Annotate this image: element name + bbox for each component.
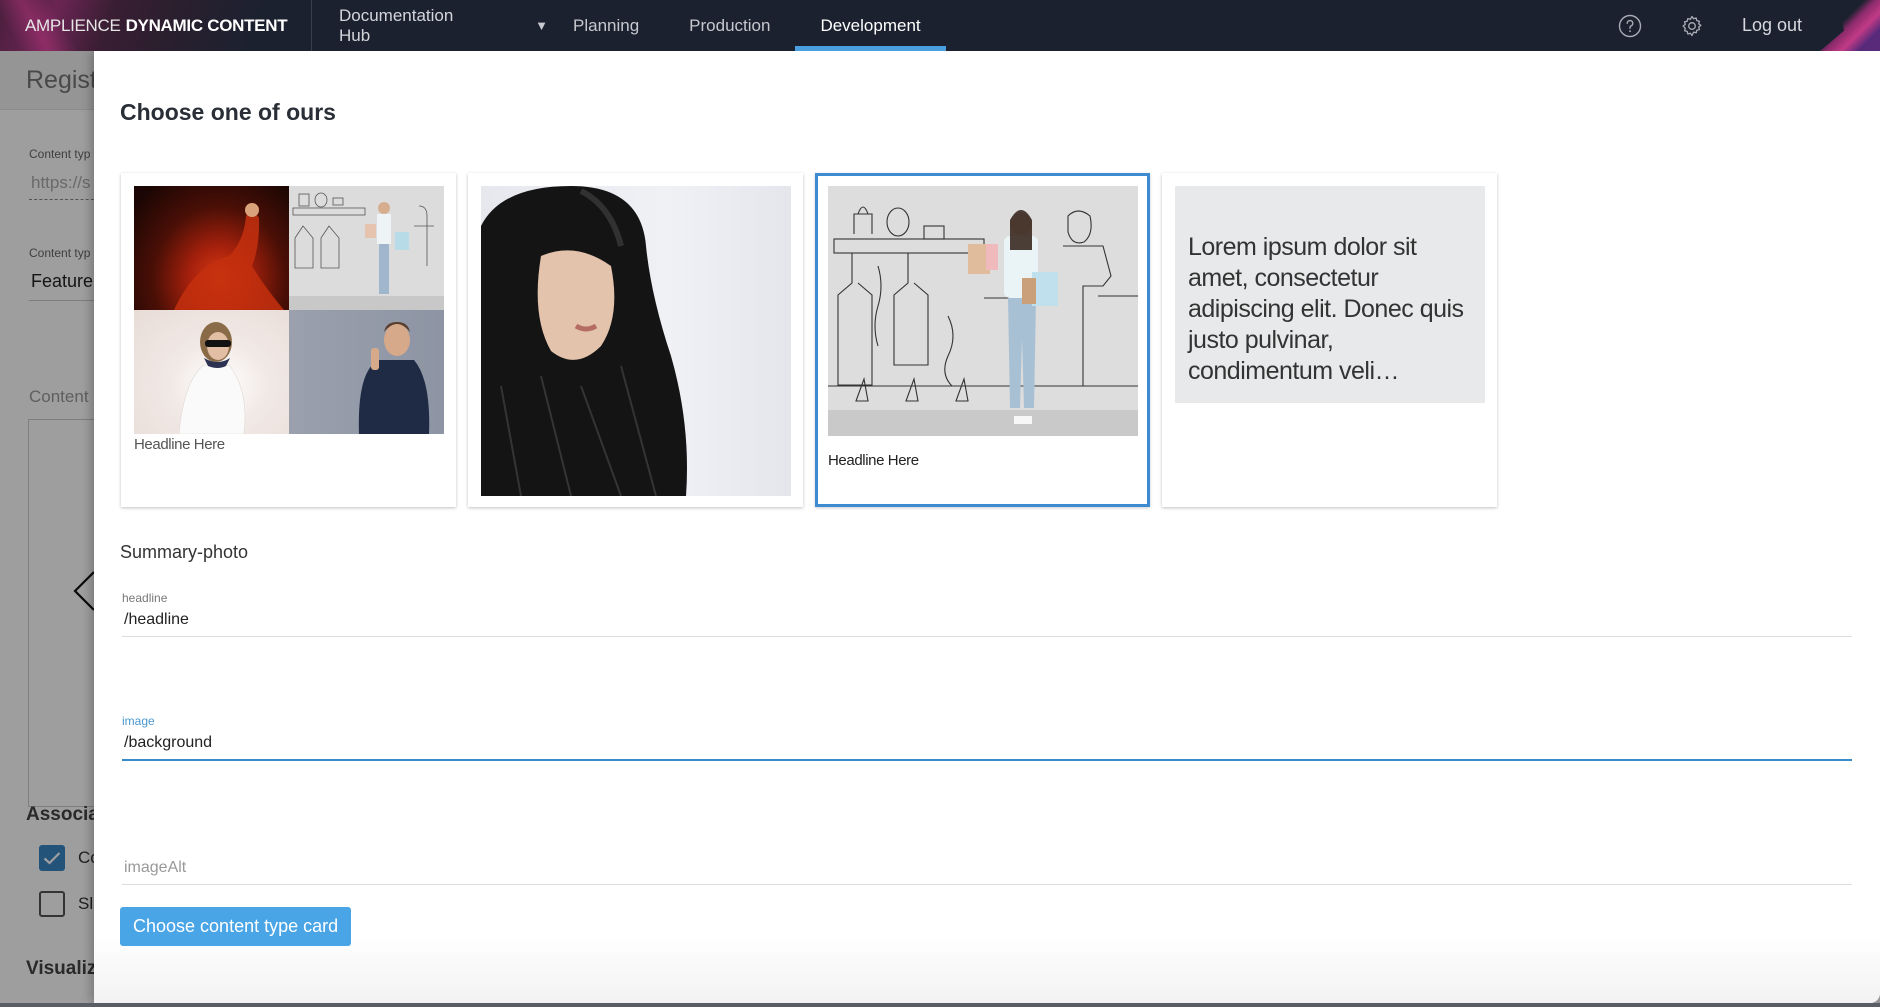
card-media: Lorem ipsum dolor sit amet, consectetur … bbox=[1175, 186, 1485, 403]
photo-grid bbox=[134, 186, 444, 434]
caret-down-icon: ▼ bbox=[535, 18, 548, 33]
card-headline: Headline Here bbox=[134, 436, 225, 453]
top-nav-bar: AMPLIENCE DYNAMIC CONTENT Documentation … bbox=[0, 0, 1880, 51]
image-alt-field bbox=[122, 853, 1852, 885]
card-media bbox=[134, 186, 444, 434]
brand-logo[interactable]: AMPLIENCE DYNAMIC CONTENT bbox=[0, 0, 312, 51]
card-media bbox=[481, 186, 791, 496]
gear-icon bbox=[1682, 15, 1702, 36]
headline-input[interactable] bbox=[122, 605, 1852, 637]
headline-field-label: headline bbox=[122, 591, 168, 605]
tab-production[interactable]: Production bbox=[664, 0, 795, 51]
photo-long-hair bbox=[481, 186, 791, 496]
tab-planning[interactable]: Planning bbox=[548, 0, 664, 51]
tab-development[interactable]: Development bbox=[795, 0, 946, 51]
image-input[interactable] bbox=[122, 728, 1852, 761]
tab-label: Planning bbox=[573, 15, 640, 35]
photo-man-suit bbox=[289, 310, 444, 434]
image-alt-input[interactable] bbox=[122, 853, 1852, 885]
photo-shopping bbox=[289, 186, 444, 310]
modal-title: Choose one of ours bbox=[120, 99, 336, 125]
card-option-single-photo[interactable] bbox=[468, 173, 803, 507]
hub-label: Documentation Hub bbox=[339, 5, 454, 45]
tab-label: Development bbox=[820, 15, 921, 35]
brand-name-bold: DYNAMIC CONTENT bbox=[125, 15, 288, 35]
modal-footer bbox=[94, 933, 1880, 1003]
brand-name-light: AMPLIENCE bbox=[25, 15, 121, 35]
hub-selector[interactable]: Documentation Hub ▼ bbox=[312, 0, 548, 51]
window-bottom-edge bbox=[0, 1003, 1880, 1007]
photo-red-dress bbox=[134, 186, 289, 310]
section-title: Summary-photo bbox=[120, 542, 249, 562]
card-option-text[interactable]: Lorem ipsum dolor sit amet, consectetur … bbox=[1162, 173, 1497, 507]
card-option-photo-grid[interactable]: Headline Here bbox=[121, 173, 456, 507]
headline-field: headline bbox=[122, 591, 1852, 637]
image-field: image bbox=[122, 714, 1852, 761]
photo-shopping-large bbox=[828, 186, 1138, 436]
settings-button[interactable] bbox=[1680, 14, 1704, 38]
choose-card-modal: Choose one of ours Headline Here Headlin… bbox=[94, 51, 1880, 1003]
card-media bbox=[828, 186, 1138, 436]
image-field-label: image bbox=[122, 714, 155, 728]
photo-scarf-sunglasses bbox=[134, 310, 289, 434]
help-button[interactable] bbox=[1618, 14, 1642, 38]
tab-label: Production bbox=[689, 15, 771, 35]
help-circle-icon bbox=[1618, 14, 1642, 37]
card-option-photo-headline[interactable]: Headline Here bbox=[815, 173, 1150, 507]
choose-content-type-card-button[interactable]: Choose content type card bbox=[120, 907, 352, 946]
card-options: Headline Here Headline Here Lorem ipsum … bbox=[121, 173, 1497, 507]
card-headline: Headline Here bbox=[828, 452, 919, 469]
logout-link[interactable]: Log out bbox=[1742, 15, 1802, 36]
card-text-preview: Lorem ipsum dolor sit amet, consectetur … bbox=[1175, 186, 1485, 403]
